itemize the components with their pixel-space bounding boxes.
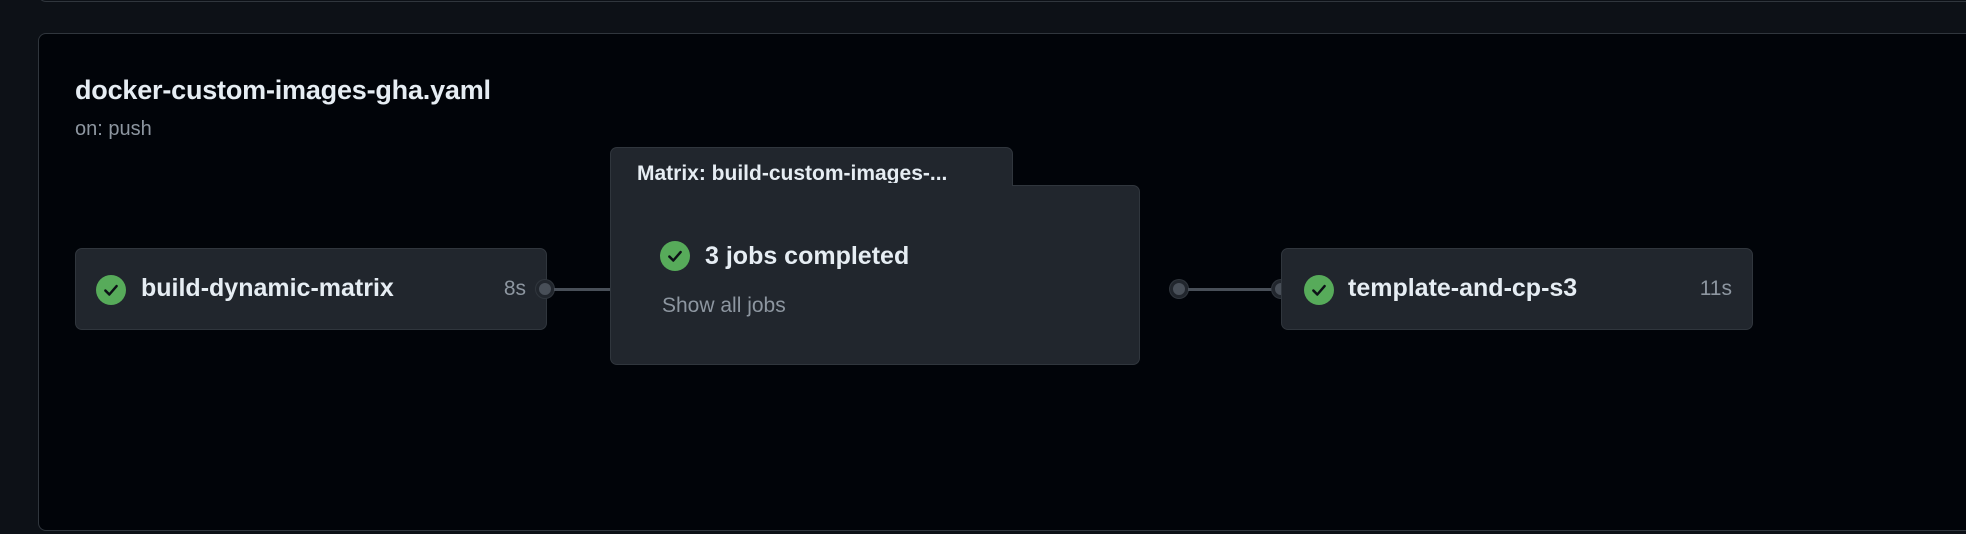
check-circle-icon — [96, 275, 126, 305]
check-circle-icon — [1304, 275, 1334, 305]
job-name: template-and-cp-s3 — [1348, 274, 1578, 302]
job-card-template-and-cp-s3[interactable]: template-and-cp-s3 11s — [1281, 248, 1753, 330]
workflow-title: docker-custom-images-gha.yaml — [75, 75, 491, 105]
job-card-build-dynamic-matrix[interactable]: build-dynamic-matrix 8s — [75, 248, 547, 330]
job-duration: 8s — [503, 277, 526, 300]
matrix-tab-join — [611, 183, 1012, 187]
previous-panel-edge — [38, 0, 1966, 2]
show-all-jobs-link[interactable]: Show all jobs — [662, 294, 786, 318]
connector-out-dot — [536, 280, 554, 298]
job-duration: 11s — [1699, 277, 1732, 300]
check-circle-icon — [660, 241, 690, 271]
job-name: build-dynamic-matrix — [141, 274, 394, 302]
connector-out-dot — [1170, 280, 1188, 298]
workflow-trigger: on: push — [75, 118, 152, 140]
matrix-summary: 3 jobs completed — [705, 242, 910, 270]
connector-line — [1188, 288, 1272, 291]
matrix-job-group[interactable]: 3 jobs completed Show all jobs — [610, 185, 1140, 365]
